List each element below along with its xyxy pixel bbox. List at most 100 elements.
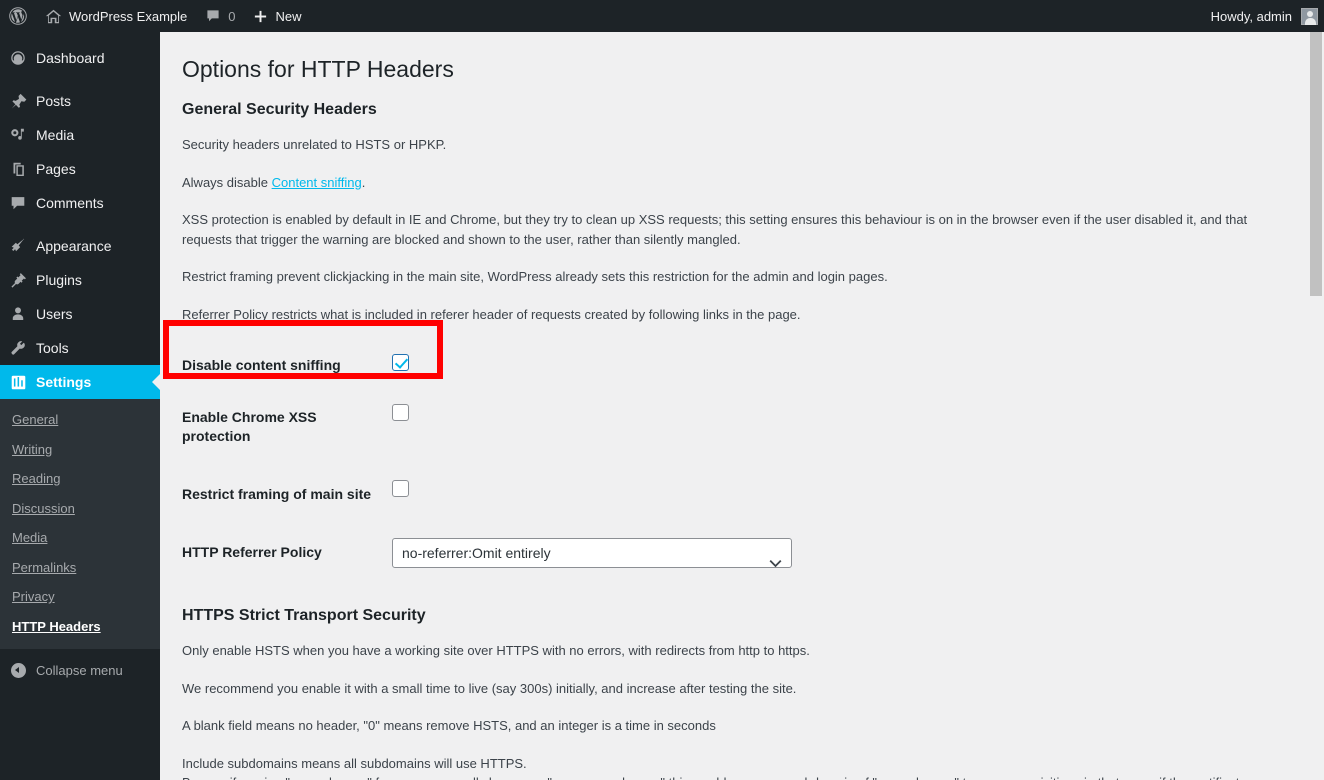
http-referrer-policy-value: no-referrer:Omit entirely bbox=[402, 545, 551, 562]
plug-icon bbox=[0, 271, 36, 289]
general-desc-4: Restrict framing prevent clickjacking in… bbox=[182, 269, 888, 285]
sidebar-item-posts[interactable]: Posts bbox=[0, 84, 160, 118]
paintbrush-icon bbox=[0, 237, 36, 255]
table-row-restrict-framing: Restrict framing of main site bbox=[182, 465, 1302, 523]
hsts-desc-1: Only enable HSTS when you have a working… bbox=[182, 643, 810, 659]
http-referrer-policy-label: HTTP Referrer Policy bbox=[182, 544, 322, 561]
submenu-item-permalinks[interactable]: Permalinks bbox=[0, 553, 160, 583]
hsts-desc-4b: Beware if serving "example.com" from ser… bbox=[182, 773, 1288, 780]
settings-submenu: General Writing Reading Discussion Media… bbox=[0, 399, 160, 650]
admin-sidebar-menu: Dashboard Posts Media Pages Comments App… bbox=[0, 32, 160, 780]
enable-chrome-xss-label: Enable Chrome XSS protection bbox=[182, 409, 317, 444]
wordpress-logo-button[interactable] bbox=[0, 0, 36, 32]
sidebar-item-users[interactable]: Users bbox=[0, 297, 160, 331]
disable-content-sniffing-label: Disable content sniffing bbox=[182, 357, 341, 374]
wrench-icon bbox=[0, 339, 36, 357]
arrow-left-circle-icon bbox=[0, 662, 36, 678]
sidebar-item-label: Appearance bbox=[36, 238, 112, 254]
comment-bubble-icon bbox=[0, 194, 36, 212]
media-music-note-icon bbox=[0, 126, 36, 144]
restrict-framing-cell bbox=[382, 465, 1302, 523]
settings-page-wrap: Options for HTTP Headers General Securit… bbox=[160, 32, 1324, 780]
sidebar-item-label: Tools bbox=[36, 340, 69, 356]
sidebar-item-pages[interactable]: Pages bbox=[0, 152, 160, 186]
collapse-menu-button[interactable]: Collapse menu bbox=[0, 653, 160, 687]
enable-chrome-xss-cell bbox=[382, 388, 1302, 464]
home-icon bbox=[45, 8, 62, 25]
sidebar-item-tools[interactable]: Tools bbox=[0, 331, 160, 365]
general-security-form-table: Disable content sniffing Enable Chrome X… bbox=[182, 342, 1302, 583]
sidebar-item-appearance[interactable]: Appearance bbox=[0, 229, 160, 263]
submenu-item-writing[interactable]: Writing bbox=[0, 435, 160, 465]
sidebar-item-media[interactable]: Media bbox=[0, 118, 160, 152]
submenu-item-media[interactable]: Media bbox=[0, 523, 160, 553]
restrict-framing-label: Restrict framing of main site bbox=[182, 485, 372, 502]
content-sniffing-link[interactable]: Content sniffing bbox=[272, 175, 362, 190]
page-scrollbar-thumb[interactable] bbox=[1310, 32, 1322, 296]
wordpress-logo-icon bbox=[8, 6, 28, 26]
user-icon bbox=[0, 305, 36, 323]
pages-document-icon bbox=[0, 160, 36, 178]
comment-bubble-icon bbox=[205, 8, 221, 24]
sidebar-item-label: Users bbox=[36, 306, 73, 322]
howdy-label: Howdy, admin bbox=[1210, 8, 1292, 24]
http-referrer-policy-select[interactable]: no-referrer:Omit entirely bbox=[392, 538, 792, 569]
hsts-desc-2: We recommend you enable it with a small … bbox=[182, 680, 797, 696]
comments-menu[interactable]: 0 bbox=[196, 0, 244, 32]
period-text: . bbox=[361, 174, 366, 190]
menu-spacer-top bbox=[0, 32, 160, 41]
page-scrollbar-track[interactable] bbox=[1307, 32, 1324, 780]
table-row-chrome-xss: Enable Chrome XSS protection bbox=[182, 388, 1302, 464]
sidebar-item-label: Dashboard bbox=[36, 50, 105, 66]
new-content-menu[interactable]: New bbox=[244, 0, 310, 32]
avatar bbox=[1301, 7, 1318, 25]
table-row-disable-content-sniffing: Disable content sniffing bbox=[182, 342, 1302, 388]
submenu-item-general[interactable]: General bbox=[0, 405, 160, 435]
menu-spacer-1 bbox=[0, 75, 160, 84]
page-title: Options for HTTP Headers bbox=[182, 56, 454, 82]
sidebar-item-label: Pages bbox=[36, 161, 76, 177]
main-content-area: Options for HTTP Headers General Securit… bbox=[160, 32, 1324, 780]
always-disable-text: Always disable bbox=[182, 174, 272, 190]
new-label: New bbox=[275, 8, 302, 24]
my-account-menu[interactable]: Howdy, admin bbox=[1202, 0, 1324, 32]
plus-icon bbox=[253, 9, 268, 24]
general-desc-2: Always disable Content sniffing. bbox=[182, 173, 1288, 193]
pushpin-icon bbox=[0, 92, 36, 110]
comments-count: 0 bbox=[228, 8, 236, 24]
sidebar-item-label: Comments bbox=[36, 195, 104, 211]
sidebar-item-label: Posts bbox=[36, 93, 72, 109]
menu-spacer-2 bbox=[0, 220, 160, 229]
submenu-item-privacy[interactable]: Privacy bbox=[0, 582, 160, 612]
dashboard-gauge-icon bbox=[0, 49, 36, 67]
disable-content-sniffing-cell bbox=[382, 342, 1302, 388]
sidebar-item-comments[interactable]: Comments bbox=[0, 186, 160, 220]
chevron-down-icon bbox=[769, 549, 782, 577]
disable-content-sniffing-checkbox[interactable] bbox=[392, 353, 409, 371]
hsts-desc-4a: Include subdomains means all subdomains … bbox=[182, 755, 527, 771]
table-row-referrer-policy: HTTP Referrer Policy no-referrer:Omit en… bbox=[182, 523, 1302, 583]
http-referrer-policy-cell: no-referrer:Omit entirely bbox=[382, 523, 1302, 583]
submenu-item-http-headers[interactable]: HTTP Headers bbox=[0, 612, 160, 642]
settings-sliders-icon bbox=[0, 374, 36, 391]
collapse-menu-label: Collapse menu bbox=[36, 662, 123, 678]
enable-chrome-xss-checkbox[interactable] bbox=[392, 403, 409, 421]
submenu-item-reading[interactable]: Reading bbox=[0, 464, 160, 494]
sidebar-item-label: Media bbox=[36, 127, 75, 143]
admin-bar: WordPress Example 0 New Howdy, admin bbox=[0, 0, 1324, 32]
sidebar-item-label: Settings bbox=[36, 374, 92, 390]
submenu-item-discussion[interactable]: Discussion bbox=[0, 494, 160, 524]
sidebar-item-label: Plugins bbox=[36, 272, 82, 288]
sidebar-item-settings[interactable]: Settings bbox=[0, 365, 160, 399]
restrict-framing-checkbox[interactable] bbox=[392, 480, 409, 498]
general-security-headers-heading: General Security Headers bbox=[182, 100, 377, 118]
site-name-menu[interactable]: WordPress Example bbox=[36, 0, 196, 32]
general-desc-3: XSS protection is enabled by default in … bbox=[182, 212, 1248, 247]
general-desc-5: Referrer Policy restricts what is includ… bbox=[182, 306, 801, 322]
site-name-label: WordPress Example bbox=[69, 8, 188, 24]
hsts-desc-3: A blank field means no header, "0" means… bbox=[182, 718, 716, 734]
sidebar-item-plugins[interactable]: Plugins bbox=[0, 263, 160, 297]
sidebar-item-dashboard[interactable]: Dashboard bbox=[0, 41, 160, 75]
hsts-heading: HTTPS Strict Transport Security bbox=[182, 607, 426, 625]
general-desc-1: Security headers unrelated to HSTS or HP… bbox=[182, 137, 447, 153]
